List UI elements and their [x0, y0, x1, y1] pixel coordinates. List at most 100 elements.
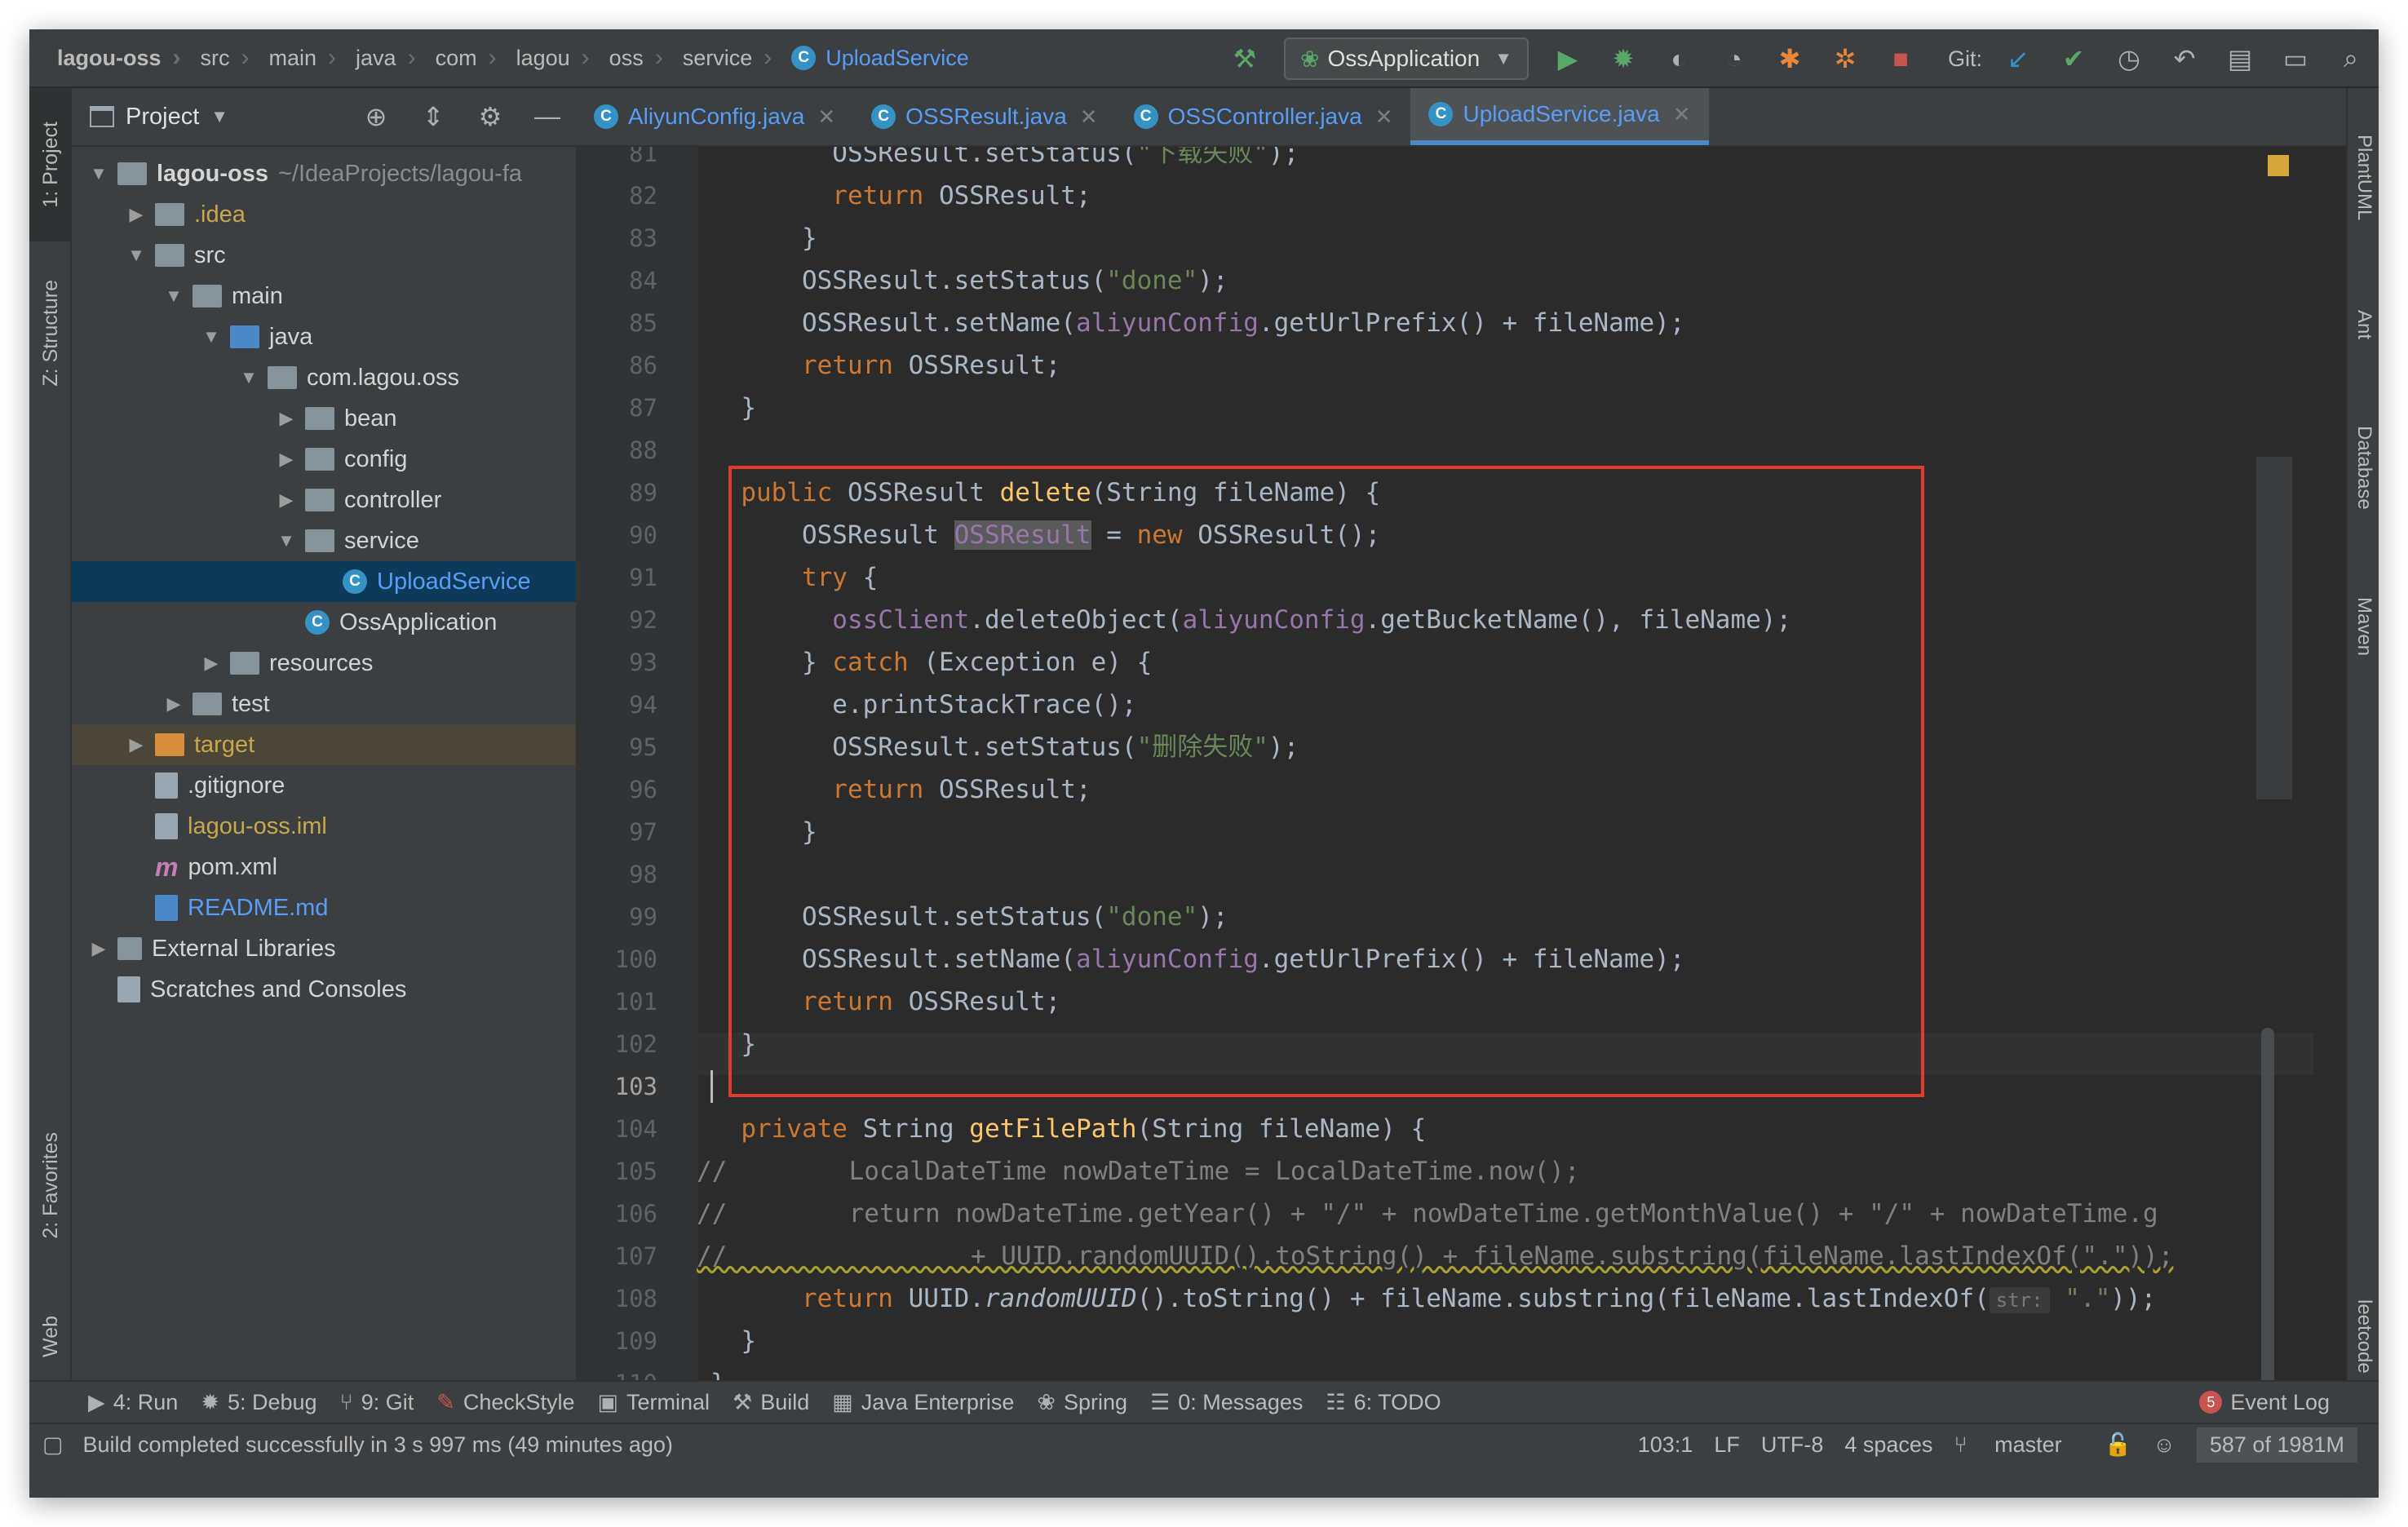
- chevron-down-icon[interactable]: ▼: [274, 530, 299, 551]
- file-encoding[interactable]: UTF-8: [1761, 1432, 1824, 1458]
- terminal-tool-button[interactable]: ▣ Terminal: [597, 1390, 710, 1415]
- chevron-down-icon[interactable]: ▼: [199, 326, 224, 347]
- tree-item[interactable]: ▼ main: [72, 276, 576, 316]
- close-icon[interactable]: ✕: [1673, 102, 1691, 127]
- presentation-icon[interactable]: ▭: [2268, 29, 2323, 88]
- chevron-right-icon[interactable]: ▶: [274, 408, 299, 429]
- chevron-down-icon[interactable]: ▼: [210, 106, 228, 127]
- tree-item[interactable]: README.md: [72, 887, 576, 928]
- run-tool-button[interactable]: ▶ 4: Run: [88, 1390, 178, 1415]
- tree-item[interactable]: ▼ src: [72, 235, 576, 276]
- chevron-down-icon[interactable]: ▼: [86, 163, 111, 184]
- close-icon[interactable]: ✕: [817, 104, 835, 130]
- tree-item[interactable]: Scratches and Consoles: [72, 969, 576, 1010]
- lock-icon[interactable]: 🔓: [2105, 1432, 2132, 1458]
- tree-item[interactable]: ▶ .idea: [72, 194, 576, 235]
- attach-debugger-icon[interactable]: ✱: [1762, 29, 1817, 88]
- java-enterprise-tool-button[interactable]: ▦ Java Enterprise: [832, 1390, 1014, 1415]
- status-message[interactable]: Build completed successfully in 3 s 997 …: [83, 1432, 673, 1458]
- tree-item[interactable]: .gitignore: [72, 765, 576, 806]
- chevron-right-icon[interactable]: ▶: [124, 734, 148, 755]
- code-minimap[interactable]: [2256, 457, 2292, 799]
- plantuml-tool-tab[interactable]: PlantUML: [2348, 96, 2379, 259]
- chevron-right-icon[interactable]: ▶: [199, 653, 224, 674]
- vertical-scrollbar[interactable]: [2261, 1028, 2274, 1411]
- project-view-select[interactable]: Project: [126, 104, 199, 131]
- tree-item[interactable]: m pom.xml: [72, 847, 576, 887]
- tree-item[interactable]: ▶ resources: [72, 643, 576, 684]
- debug-icon[interactable]: ✹: [1596, 29, 1651, 88]
- favorites-tool-tab[interactable]: 2: Favorites: [29, 1100, 72, 1271]
- tree-item[interactable]: ▼ lagou-oss ~/IdeaProjects/lagou-fa: [72, 153, 576, 194]
- hide-icon[interactable]: —: [519, 101, 576, 132]
- tab-aliyunconfig[interactable]: C AliyunConfig.java ✕: [576, 88, 853, 145]
- breadcrumb-oss[interactable]: oss ›: [598, 29, 671, 87]
- toggle-tool-windows-icon[interactable]: ▢: [42, 1432, 64, 1458]
- chevron-down-icon[interactable]: ▼: [162, 285, 186, 307]
- breadcrumb-src[interactable]: src ›: [189, 29, 258, 87]
- build-tool-button[interactable]: ⚒ Build: [733, 1390, 809, 1415]
- breadcrumb-java[interactable]: java ›: [344, 29, 424, 87]
- indent-setting[interactable]: 4 spaces: [1844, 1432, 1932, 1458]
- tree-item[interactable]: ▶ config: [72, 439, 576, 480]
- tree-item[interactable]: C UploadService: [72, 561, 576, 602]
- inspection-status-icon[interactable]: [2268, 155, 2289, 176]
- tab-osscontroller[interactable]: C OSSController.java ✕: [1116, 88, 1411, 145]
- maven-tool-tab[interactable]: Maven: [2348, 561, 2379, 692]
- memory-indicator[interactable]: 587 of 1981M: [2196, 1427, 2357, 1463]
- chevron-right-icon[interactable]: ▶: [162, 693, 186, 715]
- coverage-icon[interactable]: ◐: [1651, 29, 1706, 88]
- spring-tool-button[interactable]: ❀ Spring: [1037, 1390, 1127, 1415]
- tree-item[interactable]: ▶ bean: [72, 398, 576, 439]
- debug-tool-button[interactable]: ✹ 5: Debug: [201, 1390, 316, 1415]
- tree-item[interactable]: ▼ com.lagou.oss: [72, 357, 576, 398]
- breadcrumb-com[interactable]: com ›: [424, 29, 505, 87]
- breadcrumb-service[interactable]: service ›: [671, 29, 781, 87]
- git-tool-button[interactable]: ⑂ 9: Git: [340, 1390, 414, 1415]
- event-log-button[interactable]: 5 Event Log: [2199, 1390, 2330, 1415]
- tree-item[interactable]: ▼ service: [72, 520, 576, 561]
- locate-icon[interactable]: ⊕: [347, 101, 405, 132]
- close-icon[interactable]: ✕: [1080, 104, 1098, 130]
- caret-position[interactable]: 103:1: [1638, 1432, 1693, 1458]
- structure-tool-tab[interactable]: Z: Structure: [29, 251, 72, 414]
- history-icon[interactable]: ◷: [2101, 29, 2157, 88]
- rollback-icon[interactable]: ↶: [2157, 29, 2212, 88]
- git-commit-icon[interactable]: ✔: [2046, 29, 2101, 88]
- line-separator[interactable]: LF: [1714, 1432, 1740, 1458]
- line-number-gutter[interactable]: 81 82 83 84 85 86 87 88 89 90 91 92 93 94 95 96 97 98 99 10…: [576, 147, 698, 1439]
- tree-item[interactable]: ▶ controller: [72, 480, 576, 520]
- build-hammer-icon[interactable]: ⚒: [1217, 29, 1273, 88]
- git-update-icon[interactable]: ↙: [1990, 29, 2046, 88]
- messages-tool-button[interactable]: ☰ 0: Messages: [1150, 1390, 1303, 1415]
- run-icon[interactable]: ▶: [1540, 29, 1596, 88]
- run-configuration-select[interactable]: ❀ OssApplication ▼: [1283, 38, 1529, 80]
- ant-tool-tab[interactable]: Ant: [2348, 276, 2379, 374]
- breadcrumb-main[interactable]: main ›: [258, 29, 345, 87]
- collapse-all-icon[interactable]: ⇕: [405, 101, 462, 132]
- tree-item[interactable]: lagou-oss.iml: [72, 806, 576, 847]
- web-tool-tab[interactable]: Web: [29, 1287, 72, 1385]
- chevron-down-icon[interactable]: ▼: [237, 367, 261, 388]
- project-tool-tab[interactable]: 1: Project: [29, 88, 72, 241]
- chevron-right-icon[interactable]: ▶: [274, 449, 299, 470]
- search-icon[interactable]: ⌕: [2323, 29, 2379, 88]
- tree-item[interactable]: ▶ test: [72, 684, 576, 724]
- tree-item[interactable]: ▶ External Libraries: [72, 928, 576, 969]
- gear-icon[interactable]: ⚙: [462, 101, 519, 132]
- project-structure-icon[interactable]: ▤: [2212, 29, 2268, 88]
- todo-tool-button[interactable]: ☷ 6: TODO: [1326, 1390, 1441, 1415]
- breadcrumb-class[interactable]: C UploadService: [780, 29, 977, 87]
- tree-item[interactable]: ▼ java: [72, 316, 576, 357]
- close-icon[interactable]: ✕: [1375, 104, 1393, 130]
- stop-icon[interactable]: ■: [1873, 29, 1928, 88]
- git-branch[interactable]: ⑂ master: [1954, 1432, 2083, 1458]
- chevron-right-icon[interactable]: ▶: [86, 938, 111, 959]
- database-tool-tab[interactable]: Database: [2348, 390, 2379, 545]
- tab-ossresult[interactable]: C OSSResult.java ✕: [853, 88, 1115, 145]
- breadcrumb-project[interactable]: lagou-oss ›: [29, 29, 189, 87]
- inspector-icon[interactable]: ☺: [2153, 1432, 2176, 1458]
- checkstyle-tool-button[interactable]: ✎ CheckStyle: [436, 1390, 574, 1415]
- tree-item[interactable]: C OssApplication: [72, 602, 576, 643]
- profile-icon[interactable]: ◔: [1706, 29, 1762, 88]
